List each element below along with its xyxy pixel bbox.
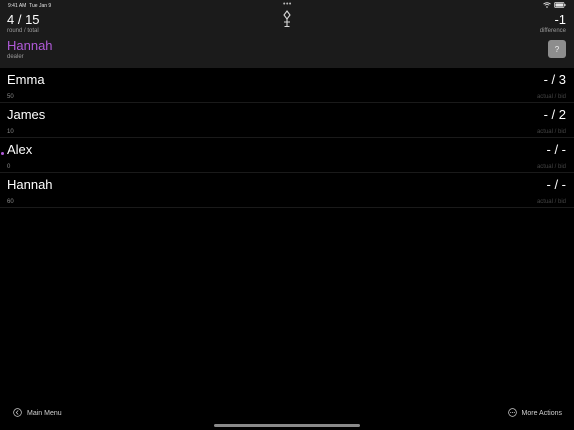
home-indicator[interactable] — [214, 424, 360, 427]
player-name: Emma — [7, 72, 45, 87]
more-actions-label: More Actions — [521, 410, 562, 417]
main-menu-button[interactable]: Main Menu — [13, 408, 62, 419]
main-menu-label: Main Menu — [27, 410, 62, 417]
more-actions-button[interactable]: More Actions — [507, 408, 562, 419]
player-score: 50 — [7, 94, 14, 100]
player-name: James — [7, 107, 46, 122]
player-actual-bid[interactable]: - / - — [547, 142, 567, 157]
microphone-stand-icon[interactable] — [280, 10, 294, 33]
status-time: 9:41 AM Tue Jan 9 — [8, 3, 51, 9]
bottom-toolbar: Main Menu More Actions — [0, 400, 574, 430]
round-header: 4 / 15 round / total Hannah dealer -1 di… — [0, 0, 574, 68]
player-actual-bid[interactable]: - / - — [547, 177, 567, 192]
status-clock: 9:41 AM — [8, 3, 27, 9]
chevron-left-circle-icon — [13, 408, 22, 419]
status-indicators — [543, 2, 566, 8]
player-actual-bid[interactable]: - / 2 — [544, 107, 566, 122]
battery-icon — [554, 2, 566, 8]
score-screen: 4 / 15 round / total Hannah dealer -1 di… — [0, 0, 574, 430]
round-value: 4 / 15 — [7, 12, 40, 27]
player-name: Hannah — [7, 177, 53, 192]
player-row[interactable]: Hannah 60 - / - actual / bid — [0, 173, 574, 208]
round-label: round / total — [7, 28, 39, 34]
help-button[interactable]: ? — [548, 40, 566, 58]
difference-label: difference — [539, 28, 566, 34]
ellipsis-circle-icon — [507, 408, 517, 419]
player-bid-label: actual / bid — [536, 164, 566, 170]
difference-value: -1 — [554, 12, 566, 27]
player-list: Emma 50 - / 3 actual / bid James 10 - / … — [0, 68, 574, 208]
multitasking-dots[interactable]: ••• — [283, 1, 292, 8]
player-name: Alex — [7, 142, 33, 157]
player-row[interactable]: Emma 50 - / 3 actual / bid — [0, 68, 574, 103]
player-score: 10 — [7, 129, 14, 135]
player-bid-label: actual / bid — [536, 199, 566, 205]
player-row[interactable]: Alex 0 - / - actual / bid — [0, 138, 574, 173]
player-bid-label: actual / bid — [536, 129, 566, 135]
player-bid-label: actual / bid — [536, 94, 566, 100]
status-date: Tue Jan 9 — [29, 3, 52, 9]
wifi-icon — [543, 2, 551, 8]
player-score: 0 — [7, 164, 11, 170]
dealer-label: dealer — [7, 54, 24, 60]
current-player-indicator — [1, 152, 4, 155]
dealer-name: Hannah — [7, 38, 53, 53]
player-actual-bid[interactable]: - / 3 — [544, 72, 566, 87]
status-bar: 9:41 AM Tue Jan 9 ••• — [0, 0, 574, 10]
player-row[interactable]: James 10 - / 2 actual / bid — [0, 103, 574, 138]
player-score: 60 — [7, 199, 14, 205]
